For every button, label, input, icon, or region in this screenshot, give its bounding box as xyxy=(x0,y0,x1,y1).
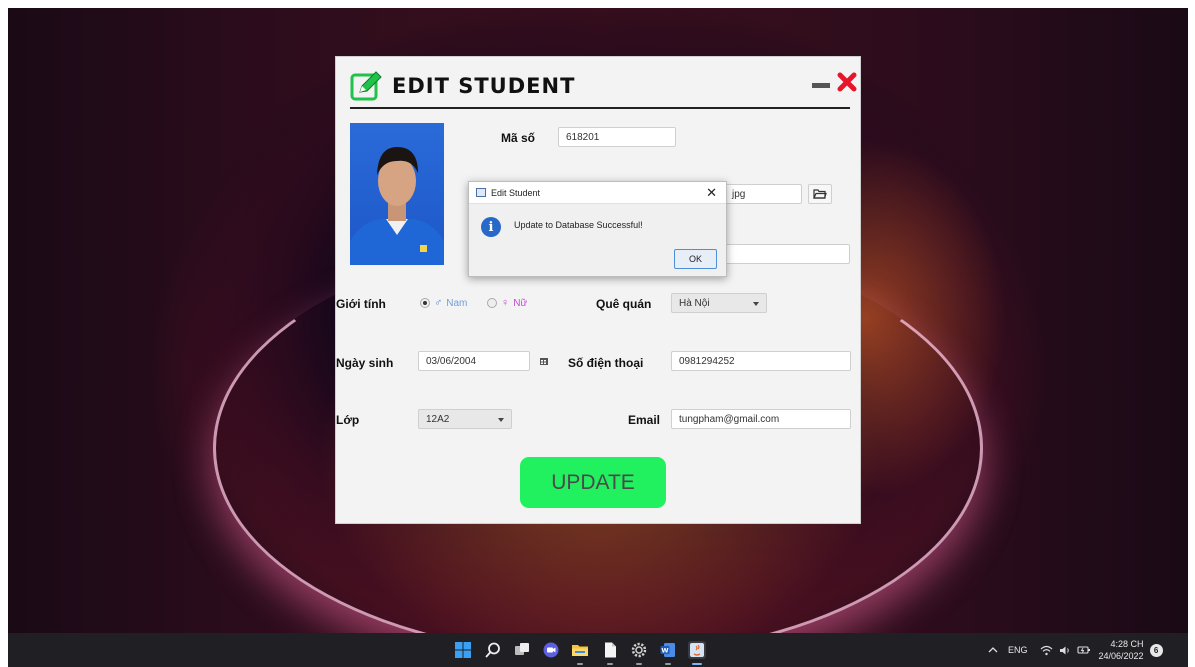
chevron-up-icon[interactable] xyxy=(988,646,998,654)
windows-start-icon[interactable] xyxy=(454,641,472,659)
image-path-field[interactable]: jpg xyxy=(724,184,802,204)
running-indicator xyxy=(636,663,642,665)
file-explorer-icon[interactable] xyxy=(571,641,589,659)
radio-selected-icon xyxy=(420,298,430,308)
system-tray: ENG 4:28 CH 24/06/2022 6 xyxy=(988,633,1163,667)
edit-student-window: EDIT STUDENT Mã số 618201 jpg Giới tính … xyxy=(335,56,861,524)
close-icon[interactable] xyxy=(836,71,858,93)
notification-badge[interactable]: 6 xyxy=(1149,643,1163,657)
volume-icon[interactable] xyxy=(1059,645,1071,656)
active-indicator xyxy=(692,663,702,665)
gender-male-radio[interactable]: ♂ Nam xyxy=(420,297,467,309)
search-icon[interactable] xyxy=(484,641,502,659)
so-dien-thoai-label: Số điện thoại xyxy=(568,356,644,370)
clock-date: 24/06/2022 xyxy=(1098,651,1144,661)
male-icon: ♂ xyxy=(434,297,443,309)
gender-female-label: Nữ xyxy=(513,297,528,309)
edit-icon xyxy=(350,71,382,101)
que-quan-select[interactable]: Hà Nội xyxy=(671,293,767,313)
svg-text:W: W xyxy=(661,647,668,655)
hidden-field[interactable] xyxy=(724,244,850,264)
dialog-message: Update to Database Successful! xyxy=(514,220,643,230)
lop-value: 12A2 xyxy=(426,414,450,425)
lop-select[interactable]: 12A2 xyxy=(418,409,512,429)
title-divider xyxy=(350,107,850,109)
chevron-down-icon xyxy=(498,418,504,422)
running-indicator xyxy=(607,663,613,665)
gender-male-label: Nam xyxy=(446,297,468,309)
message-dialog: Edit Student ✕ i Update to Database Succ… xyxy=(468,181,727,277)
info-icon: i xyxy=(481,217,501,237)
radio-unselected-icon xyxy=(487,298,497,308)
settings-icon[interactable] xyxy=(630,641,648,659)
running-indicator xyxy=(665,663,671,665)
ngay-sinh-label: Ngày sinh xyxy=(336,356,394,370)
window-header: EDIT STUDENT xyxy=(350,65,857,109)
female-icon: ♀ xyxy=(501,297,510,309)
folder-icon xyxy=(813,189,827,199)
gender-female-radio[interactable]: ♀ Nữ xyxy=(487,297,527,309)
java-app-icon[interactable] xyxy=(688,641,706,659)
dialog-close-icon[interactable]: ✕ xyxy=(706,185,717,201)
running-indicator xyxy=(577,663,583,665)
lop-label: Lớp xyxy=(336,413,360,427)
so-dien-thoai-field[interactable]: 0981294252 xyxy=(671,351,851,371)
task-view-icon[interactable] xyxy=(513,641,531,659)
battery-icon[interactable] xyxy=(1076,645,1091,655)
date-picker-button[interactable] xyxy=(535,351,553,371)
dialog-titlebar: Edit Student ✕ xyxy=(469,182,726,204)
file-icon[interactable] xyxy=(601,641,619,659)
chat-icon[interactable] xyxy=(542,641,560,659)
update-button[interactable]: UPDATE xyxy=(520,457,666,508)
que-quan-label: Quê quán xyxy=(596,297,652,311)
student-portrait xyxy=(350,147,444,265)
student-photo xyxy=(350,123,444,265)
clock-time: 4:28 CH xyxy=(1110,639,1144,649)
ma-so-label: Mã số xyxy=(501,131,536,145)
chevron-down-icon xyxy=(753,302,759,306)
word-icon[interactable]: W xyxy=(659,641,677,659)
minimize-button[interactable] xyxy=(812,83,830,88)
que-quan-value: Hà Nội xyxy=(679,298,710,309)
ngay-sinh-field[interactable]: 03/06/2004 xyxy=(418,351,530,371)
clock[interactable]: 4:28 CH 24/06/2022 xyxy=(1099,638,1144,662)
calendar-icon xyxy=(540,358,548,365)
language-indicator[interactable]: ENG xyxy=(1008,645,1028,655)
ok-button[interactable]: OK xyxy=(674,249,717,269)
page-title: EDIT STUDENT xyxy=(392,74,576,98)
wifi-icon[interactable] xyxy=(1040,645,1053,656)
ma-so-field[interactable]: 618201 xyxy=(558,127,676,147)
taskbar: W ENG 4:28 CH 24/06/2022 6 xyxy=(8,633,1188,667)
dialog-title: Edit Student xyxy=(491,188,541,198)
browse-image-button[interactable] xyxy=(808,184,832,204)
email-field[interactable]: tungpham@gmail.com xyxy=(671,409,851,429)
email-label: Email xyxy=(628,413,661,427)
app-window-icon xyxy=(476,188,486,197)
